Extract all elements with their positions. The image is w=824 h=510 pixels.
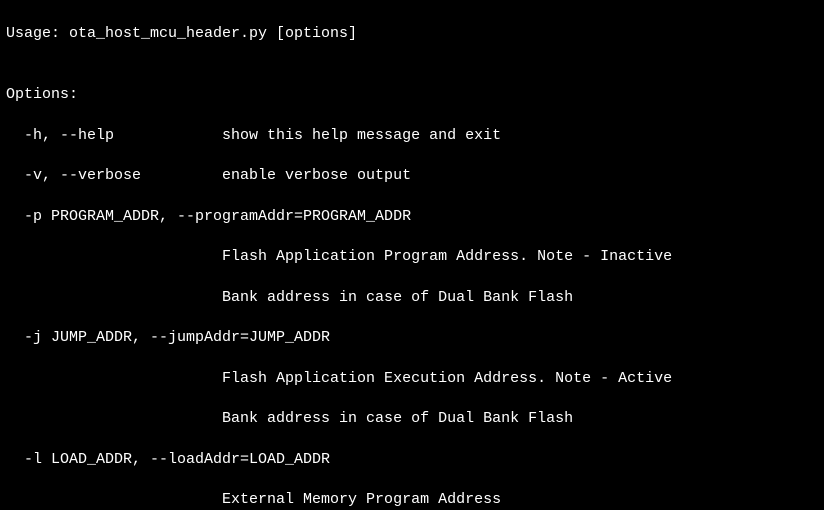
opt-program-addr: -p PROGRAM_ADDR, --programAddr=PROGRAM_A…	[6, 207, 818, 227]
opt-help: -h, --help show this help message and ex…	[6, 126, 818, 146]
opt-jump-addr-desc-2: Bank address in case of Dual Bank Flash	[6, 409, 818, 429]
opt-load-addr-desc: External Memory Program Address	[6, 490, 818, 510]
opt-program-addr-desc-1: Flash Application Program Address. Note …	[6, 247, 818, 267]
opt-jump-addr: -j JUMP_ADDR, --jumpAddr=JUMP_ADDR	[6, 328, 818, 348]
opt-verbose: -v, --verbose enable verbose output	[6, 166, 818, 186]
opt-program-addr-desc-2: Bank address in case of Dual Bank Flash	[6, 288, 818, 308]
options-header: Options:	[6, 85, 818, 105]
opt-load-addr: -l LOAD_ADDR, --loadAddr=LOAD_ADDR	[6, 450, 818, 470]
terminal-output: Usage: ota_host_mcu_header.py [options] …	[0, 0, 824, 510]
opt-jump-addr-desc-1: Flash Application Execution Address. Not…	[6, 369, 818, 389]
usage-line: Usage: ota_host_mcu_header.py [options]	[6, 24, 818, 44]
